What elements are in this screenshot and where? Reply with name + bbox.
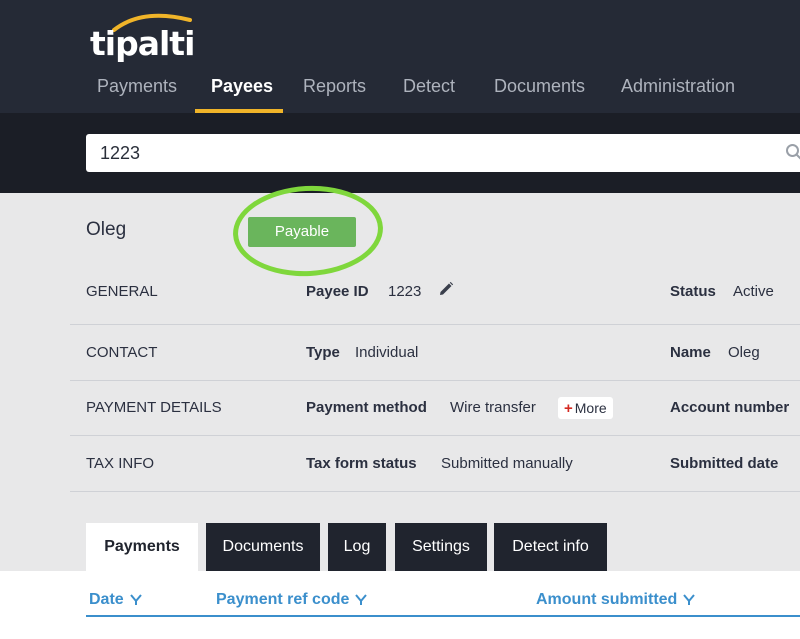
section-label-contact: CONTACT bbox=[86, 344, 158, 361]
nav-item-reports[interactable]: Reports bbox=[303, 76, 366, 97]
more-button[interactable]: + More bbox=[558, 397, 613, 419]
filter-icon[interactable] bbox=[129, 594, 142, 606]
search-input[interactable]: 1223 bbox=[86, 134, 800, 172]
submitted-date-label: Submitted date bbox=[670, 455, 779, 472]
logo-text: tipalti bbox=[90, 24, 195, 63]
column-header-amount-submitted-label: Amount submitted bbox=[536, 591, 678, 608]
main-nav: Payments Payees Reports Detect Documents… bbox=[0, 62, 800, 113]
tipalti-logo[interactable]: tipalti bbox=[90, 13, 200, 63]
column-header-amount-submitted[interactable]: Amount submitted bbox=[536, 591, 696, 609]
account-number-label: Account number bbox=[670, 399, 790, 416]
general-row-divider bbox=[70, 270, 800, 325]
table-header-rule bbox=[86, 615, 800, 617]
payments-table: Date Payment ref code Amount submitted bbox=[0, 571, 800, 639]
type-label: Type bbox=[306, 344, 340, 361]
tax-form-status-label: Tax form status bbox=[306, 455, 417, 472]
payee-name: Oleg bbox=[86, 219, 127, 240]
plus-icon: + bbox=[564, 400, 573, 417]
tax-info-row: TAX INFO Tax form status Submitted manua… bbox=[70, 436, 800, 492]
status-badge: Payable bbox=[248, 217, 356, 247]
tab-log[interactable]: Log bbox=[328, 523, 386, 571]
filter-icon[interactable] bbox=[355, 594, 368, 606]
nav-item-payees[interactable]: Payees bbox=[211, 76, 273, 97]
nav-item-documents[interactable]: Documents bbox=[494, 76, 585, 97]
top-bar: tipalti Payments Payees Reports Detect D… bbox=[0, 0, 800, 113]
search-band: 1223 bbox=[0, 113, 800, 193]
name-value: Oleg bbox=[728, 344, 760, 361]
tab-payments[interactable]: Payments bbox=[86, 523, 198, 571]
nav-item-detect[interactable]: Detect bbox=[403, 76, 455, 97]
tab-detect-info[interactable]: Detect info bbox=[494, 523, 607, 571]
search-input-value: 1223 bbox=[100, 143, 141, 163]
payment-method-label: Payment method bbox=[306, 399, 427, 416]
contact-row: CONTACT Type Individual Name Oleg bbox=[70, 325, 800, 381]
section-label-payment-details: PAYMENT DETAILS bbox=[86, 399, 222, 416]
filter-icon[interactable] bbox=[683, 594, 696, 606]
column-header-payment-ref-code-label: Payment ref code bbox=[216, 591, 350, 608]
section-label-tax-info: TAX INFO bbox=[86, 455, 155, 472]
column-header-date-label: Date bbox=[89, 591, 124, 608]
column-header-date[interactable]: Date bbox=[89, 591, 142, 609]
type-value: Individual bbox=[355, 344, 419, 361]
name-label: Name bbox=[670, 344, 711, 361]
tab-documents[interactable]: Documents bbox=[206, 523, 320, 571]
more-button-label: More bbox=[574, 400, 607, 416]
column-header-payment-ref-code[interactable]: Payment ref code bbox=[216, 591, 368, 609]
payment-details-row: PAYMENT DETAILS Payment method Wire tran… bbox=[70, 381, 800, 436]
tab-settings[interactable]: Settings bbox=[395, 523, 487, 571]
payment-method-value: Wire transfer bbox=[450, 399, 536, 416]
tax-form-status-value: Submitted manually bbox=[441, 455, 573, 472]
search-icon[interactable] bbox=[785, 143, 800, 161]
nav-item-payments[interactable]: Payments bbox=[97, 76, 177, 97]
nav-item-administration[interactable]: Administration bbox=[621, 76, 735, 97]
